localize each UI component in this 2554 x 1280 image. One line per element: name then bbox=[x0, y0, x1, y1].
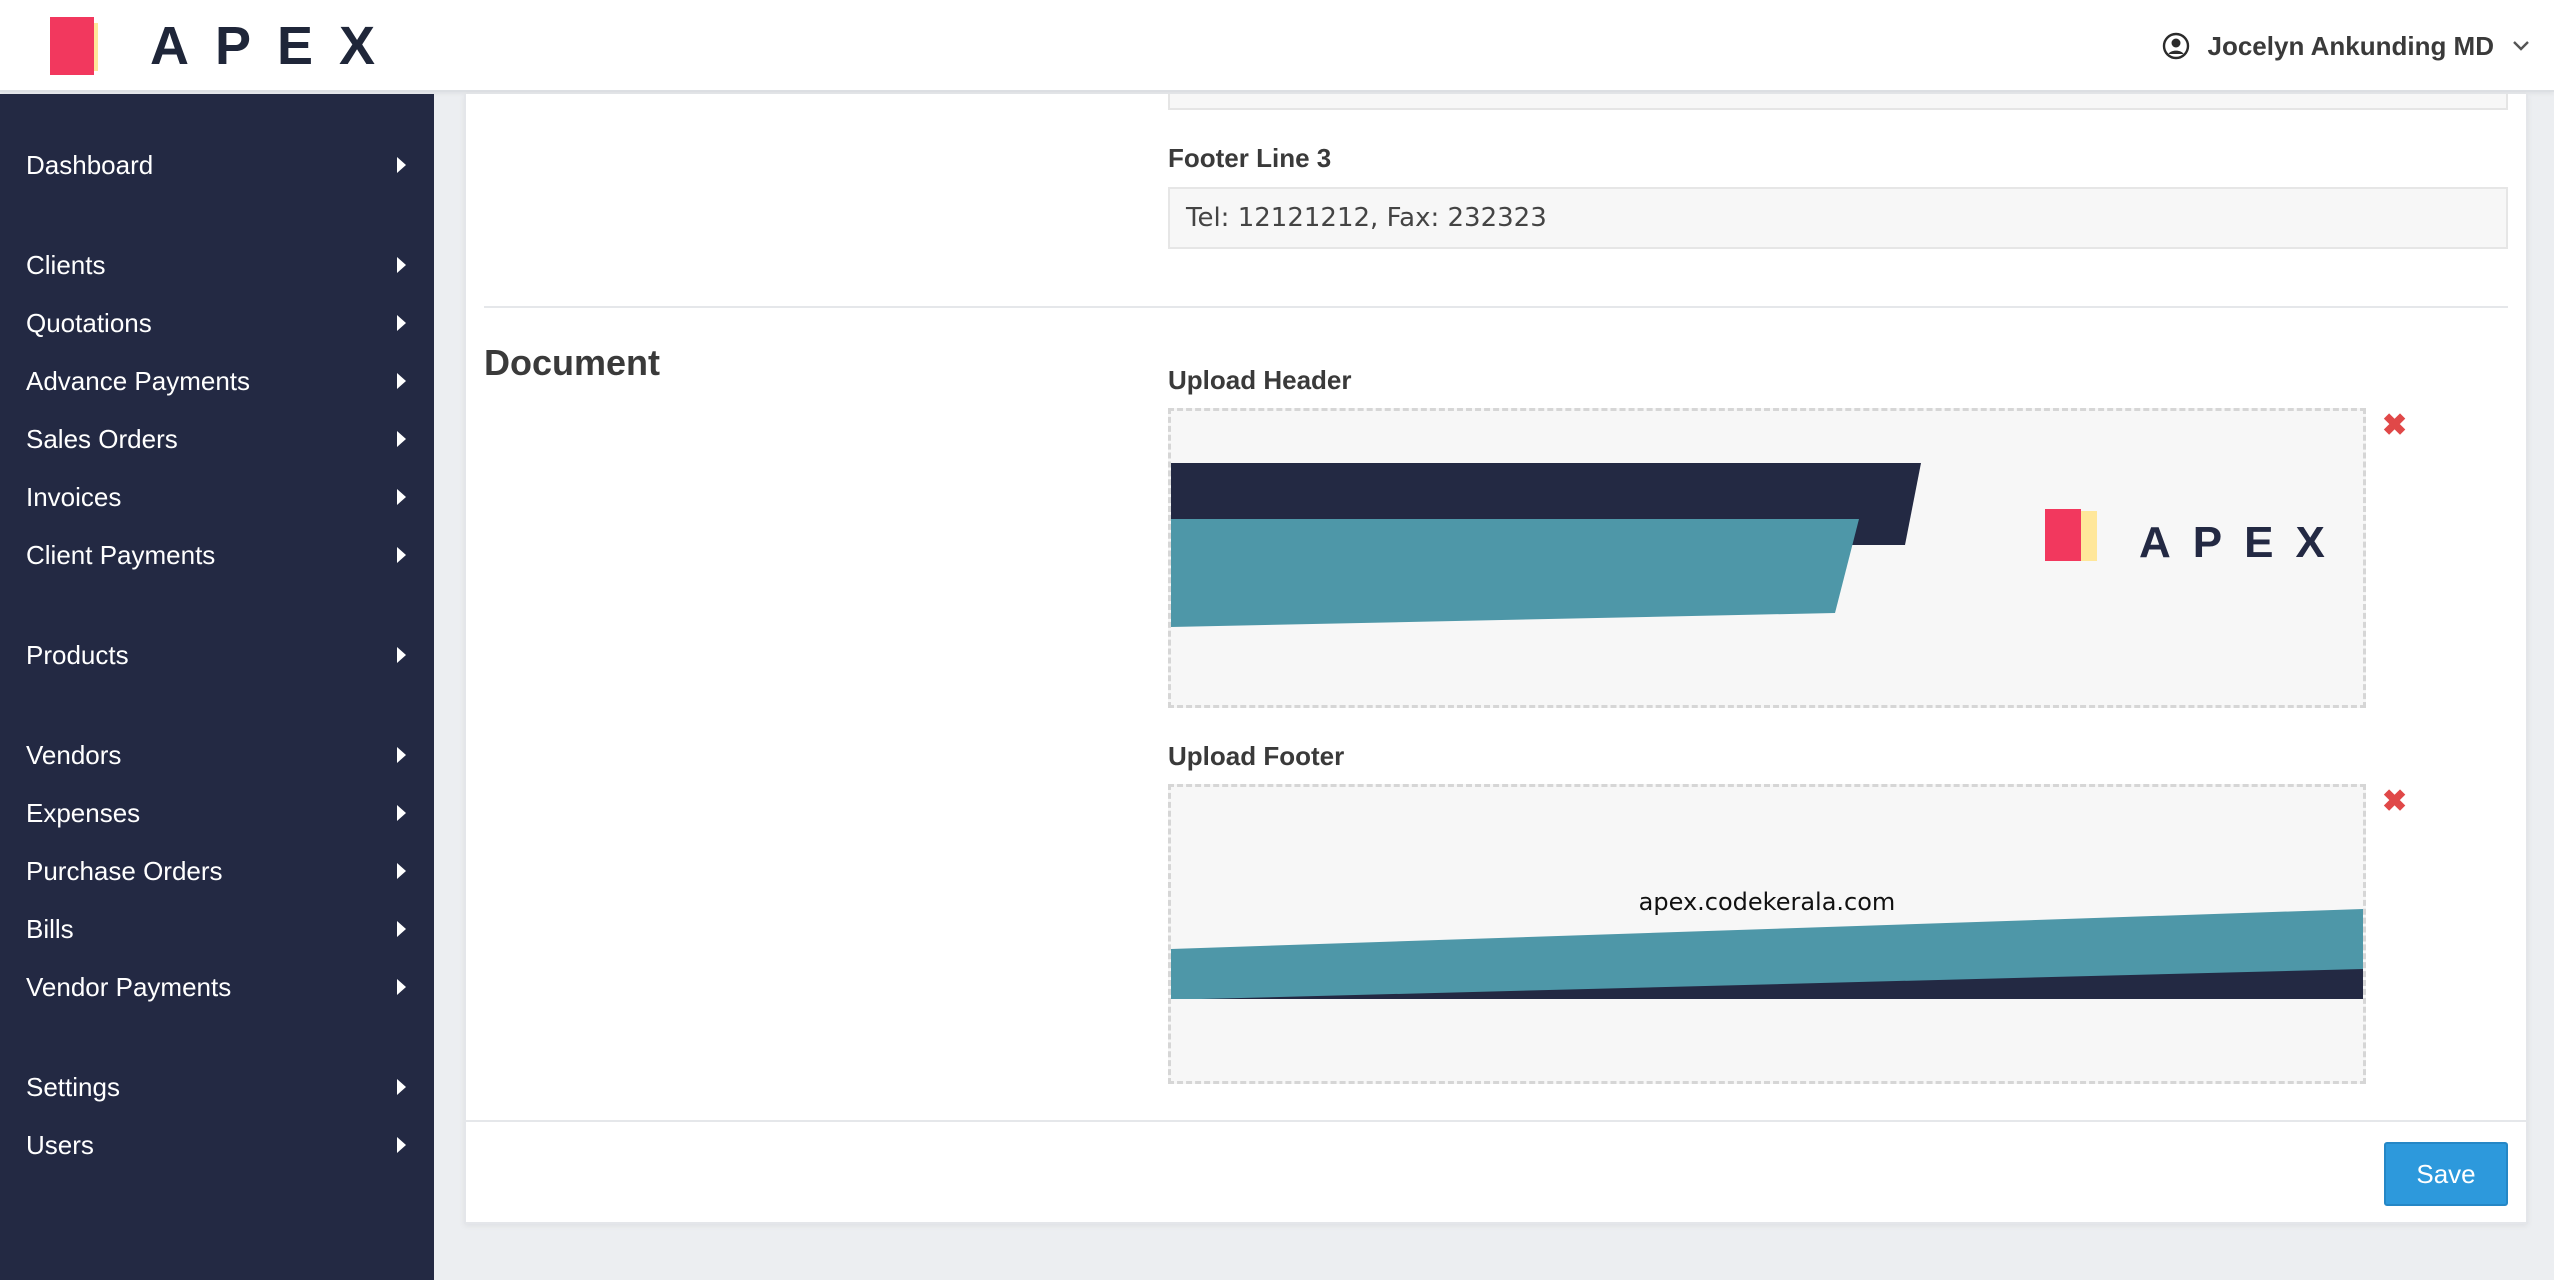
footer-line2-input[interactable] bbox=[1168, 94, 2508, 110]
brand-name: APEX bbox=[150, 16, 402, 76]
header-image-preview: APEX bbox=[1171, 463, 2347, 627]
save-button[interactable]: Save bbox=[2384, 1142, 2508, 1206]
caret-right-icon bbox=[397, 863, 406, 879]
remove-header-icon[interactable]: ✖ bbox=[2382, 411, 2407, 441]
sidebar-item-label: Expenses bbox=[26, 797, 141, 828]
sidebar-item-label: Vendor Payments bbox=[26, 971, 232, 1002]
footer-image-url-text: apex.codekerala.com bbox=[1639, 888, 1896, 916]
caret-right-icon bbox=[397, 315, 406, 331]
sidebar-item-label: Sales Orders bbox=[26, 423, 178, 454]
sidebar-item-settings[interactable]: Settings bbox=[0, 1058, 434, 1116]
caret-right-icon bbox=[397, 489, 406, 505]
sidebar-item-label: Advance Payments bbox=[26, 365, 251, 396]
sidebar-item-expenses[interactable]: Expenses bbox=[0, 784, 434, 842]
sidebar-item-sales-orders[interactable]: Sales Orders bbox=[0, 410, 434, 468]
sidebar-item-label: Products bbox=[26, 639, 129, 670]
sidebar-item-vendors[interactable]: Vendors bbox=[0, 726, 434, 784]
sidebar-item-client-payments[interactable]: Client Payments bbox=[0, 526, 434, 584]
sidebar-item-clients[interactable]: Clients bbox=[0, 236, 434, 294]
upload-header-dropzone[interactable]: APEX bbox=[1168, 408, 2366, 708]
caret-right-icon bbox=[397, 921, 406, 937]
upload-footer-dropzone[interactable]: apex.codekerala.com bbox=[1168, 784, 2366, 1084]
sidebar-item-users[interactable]: Users bbox=[0, 1116, 434, 1174]
caret-right-icon bbox=[397, 805, 406, 821]
caret-right-icon bbox=[397, 431, 406, 447]
sidebar-item-advance-payments[interactable]: Advance Payments bbox=[0, 352, 434, 410]
caret-right-icon bbox=[397, 547, 406, 563]
sidebar-item-bills[interactable]: Bills bbox=[0, 900, 434, 958]
sidebar-item-label: Settings bbox=[26, 1071, 120, 1102]
sidebar-item-label: Dashboard bbox=[26, 149, 154, 180]
footer-line3-label: Footer Line 3 bbox=[1168, 143, 1332, 173]
sidebar-item-label: Quotations bbox=[26, 307, 152, 338]
sidebar-item-purchase-orders[interactable]: Purchase Orders bbox=[0, 842, 434, 900]
caret-right-icon bbox=[397, 747, 406, 763]
caret-right-icon bbox=[397, 647, 406, 663]
sidebar-item-label: Invoices bbox=[26, 481, 122, 512]
sidebar-item-label: Client Payments bbox=[26, 539, 216, 570]
brand-logo[interactable]: APEX bbox=[50, 14, 401, 78]
user-name: Jocelyn Ankunding MD bbox=[2207, 30, 2495, 61]
sidebar-item-quotations[interactable]: Quotations bbox=[0, 294, 434, 352]
card-footer-divider bbox=[464, 1120, 2528, 1122]
caret-right-icon bbox=[397, 373, 406, 389]
caret-right-icon bbox=[397, 157, 406, 173]
caret-right-icon bbox=[397, 979, 406, 995]
sidebar-item-dashboard[interactable]: Dashboard bbox=[0, 136, 434, 194]
upload-footer-label: Upload Footer bbox=[1168, 741, 1345, 771]
sidebar-item-vendor-payments[interactable]: Vendor Payments bbox=[0, 958, 434, 1016]
header-image-brand-text: APEX bbox=[2139, 518, 2347, 567]
sidebar-item-label: Clients bbox=[26, 249, 106, 280]
user-menu[interactable]: Jocelyn Ankunding MD bbox=[2162, 0, 2531, 92]
caret-right-icon bbox=[397, 1137, 406, 1153]
caret-right-icon bbox=[397, 257, 406, 273]
document-section-title: Document bbox=[484, 342, 661, 383]
section-divider bbox=[484, 306, 2508, 308]
sidebar-item-invoices[interactable]: Invoices bbox=[0, 468, 434, 526]
footer-line3-input[interactable]: Tel: 12121212, Fax: 232323 bbox=[1168, 187, 2508, 249]
sidebar: Dashboard Clients Quotations Advance Pay… bbox=[0, 94, 434, 1280]
caret-right-icon bbox=[397, 1079, 406, 1095]
footer-image-preview: apex.codekerala.com bbox=[1171, 888, 2363, 999]
remove-footer-icon[interactable]: ✖ bbox=[2382, 787, 2407, 817]
apex-logo-icon bbox=[50, 15, 112, 77]
sidebar-item-label: Purchase Orders bbox=[26, 855, 223, 886]
chevron-down-icon bbox=[2512, 40, 2530, 52]
sidebar-item-label: Bills bbox=[26, 913, 74, 944]
user-circle-icon bbox=[2162, 32, 2190, 60]
sidebar-item-products[interactable]: Products bbox=[0, 626, 434, 684]
upload-header-label: Upload Header bbox=[1168, 365, 1352, 395]
sidebar-item-label: Users bbox=[26, 1129, 94, 1160]
sidebar-item-label: Vendors bbox=[26, 739, 122, 770]
top-bar: APEX Jocelyn Ankunding MD bbox=[0, 0, 2554, 92]
